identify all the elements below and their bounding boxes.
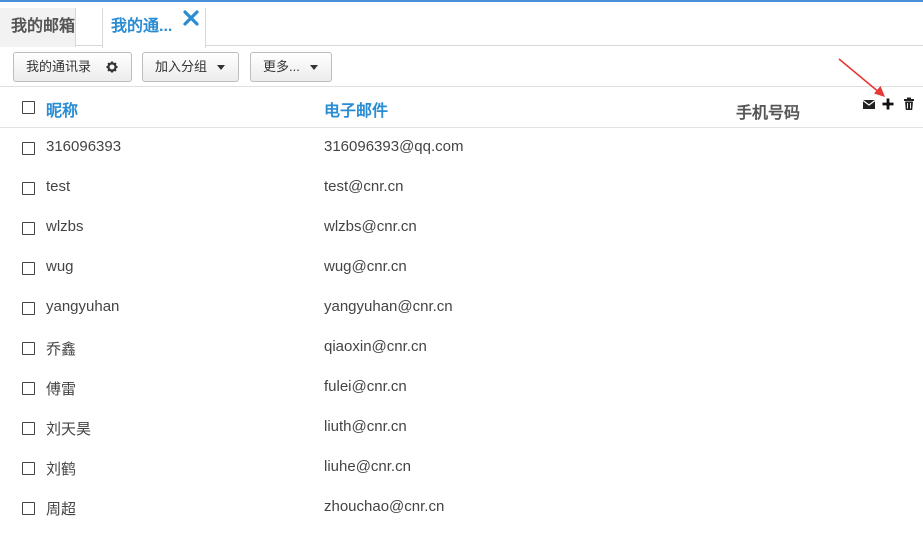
- row-checkbox[interactable]: [22, 422, 35, 435]
- contact-nickname: 316096393: [46, 138, 122, 155]
- table-row[interactable]: wlzbs wlzbs@cnr.cn: [0, 208, 923, 248]
- contact-email: liuhe@cnr.cn: [324, 458, 411, 475]
- contact-nickname: 刘天昊: [46, 421, 92, 438]
- table-row[interactable]: 周超 zhouchao@cnr.cn: [0, 488, 923, 528]
- row-checkbox[interactable]: [22, 222, 35, 235]
- table-row[interactable]: 乔鑫 qiaoxin@cnr.cn: [0, 328, 923, 368]
- table-row[interactable]: 刘天昊 liuth@cnr.cn: [0, 408, 923, 448]
- contact-nickname: wug: [46, 258, 74, 275]
- table-row[interactable]: yangyuhan yangyuhan@cnr.cn: [0, 288, 923, 328]
- table-row[interactable]: wug wug@cnr.cn: [0, 248, 923, 288]
- contact-email: zhouchao@cnr.cn: [324, 498, 445, 515]
- add-to-group-dropdown[interactable]: 加入分组: [142, 52, 239, 82]
- select-all-checkbox[interactable]: [22, 101, 35, 114]
- contact-email: wug@cnr.cn: [324, 258, 407, 275]
- tab-label: 我的邮箱: [11, 18, 76, 35]
- my-contacts-button[interactable]: 我的通讯录: [13, 52, 132, 82]
- row-checkbox[interactable]: [22, 142, 35, 155]
- row-checkbox[interactable]: [22, 502, 35, 515]
- caret-down-icon: [217, 65, 225, 70]
- row-checkbox[interactable]: [22, 342, 35, 355]
- tab-bar: 我的邮箱 我的通...: [0, 2, 923, 48]
- row-checkbox[interactable]: [22, 182, 35, 195]
- close-icon[interactable]: [181, 8, 201, 28]
- column-header-email[interactable]: 电子邮件: [324, 97, 388, 121]
- contact-email: fulei@cnr.cn: [324, 378, 407, 395]
- table-row[interactable]: 刘鹤 liuhe@cnr.cn: [0, 448, 923, 488]
- column-header-nickname[interactable]: 昵称: [46, 97, 78, 121]
- contact-email: 316096393@qq.com: [324, 138, 464, 155]
- gear-icon: [106, 61, 118, 73]
- annotation-arrow: [838, 58, 885, 97]
- contact-nickname: yangyuhan: [46, 298, 120, 315]
- contact-nickname: 傅雷: [46, 381, 77, 398]
- table-row[interactable]: test test@cnr.cn: [0, 168, 923, 208]
- button-label: 我的通讯录: [26, 59, 92, 74]
- table-row[interactable]: 316096393 316096393@qq.com: [0, 128, 923, 168]
- row-checkbox[interactable]: [22, 382, 35, 395]
- contact-email: yangyuhan@cnr.cn: [324, 298, 453, 315]
- contact-nickname: 乔鑫: [46, 341, 77, 358]
- row-checkbox[interactable]: [22, 262, 35, 275]
- button-label: 加入分组: [155, 59, 208, 74]
- contact-email: wlzbs@cnr.cn: [324, 218, 417, 235]
- row-checkbox[interactable]: [22, 462, 35, 475]
- contact-email: qiaoxin@cnr.cn: [324, 338, 427, 355]
- contact-email: test@cnr.cn: [324, 178, 404, 195]
- contact-email: liuth@cnr.cn: [324, 418, 407, 435]
- button-label: 更多...: [263, 59, 300, 74]
- contact-nickname: wlzbs: [46, 218, 84, 235]
- table-row[interactable]: 傅雷 fulei@cnr.cn: [0, 368, 923, 408]
- contact-nickname: 周超: [46, 501, 77, 518]
- column-header-phone: 手机号码: [736, 105, 801, 122]
- caret-down-icon: [310, 65, 318, 70]
- more-dropdown[interactable]: 更多...: [250, 52, 332, 82]
- tab-my-mailbox[interactable]: 我的邮箱: [0, 8, 76, 47]
- contact-nickname: 刘鹤: [46, 461, 77, 478]
- table-header: 昵称 电子邮件 手机号码: [0, 87, 923, 128]
- trash-icon[interactable]: [902, 97, 916, 111]
- row-checkbox[interactable]: [22, 302, 35, 315]
- contact-nickname: test: [46, 178, 71, 195]
- toolbar: 我的通讯录 加入分组 更多...: [0, 46, 923, 87]
- tab-label: 我的通...: [111, 18, 173, 35]
